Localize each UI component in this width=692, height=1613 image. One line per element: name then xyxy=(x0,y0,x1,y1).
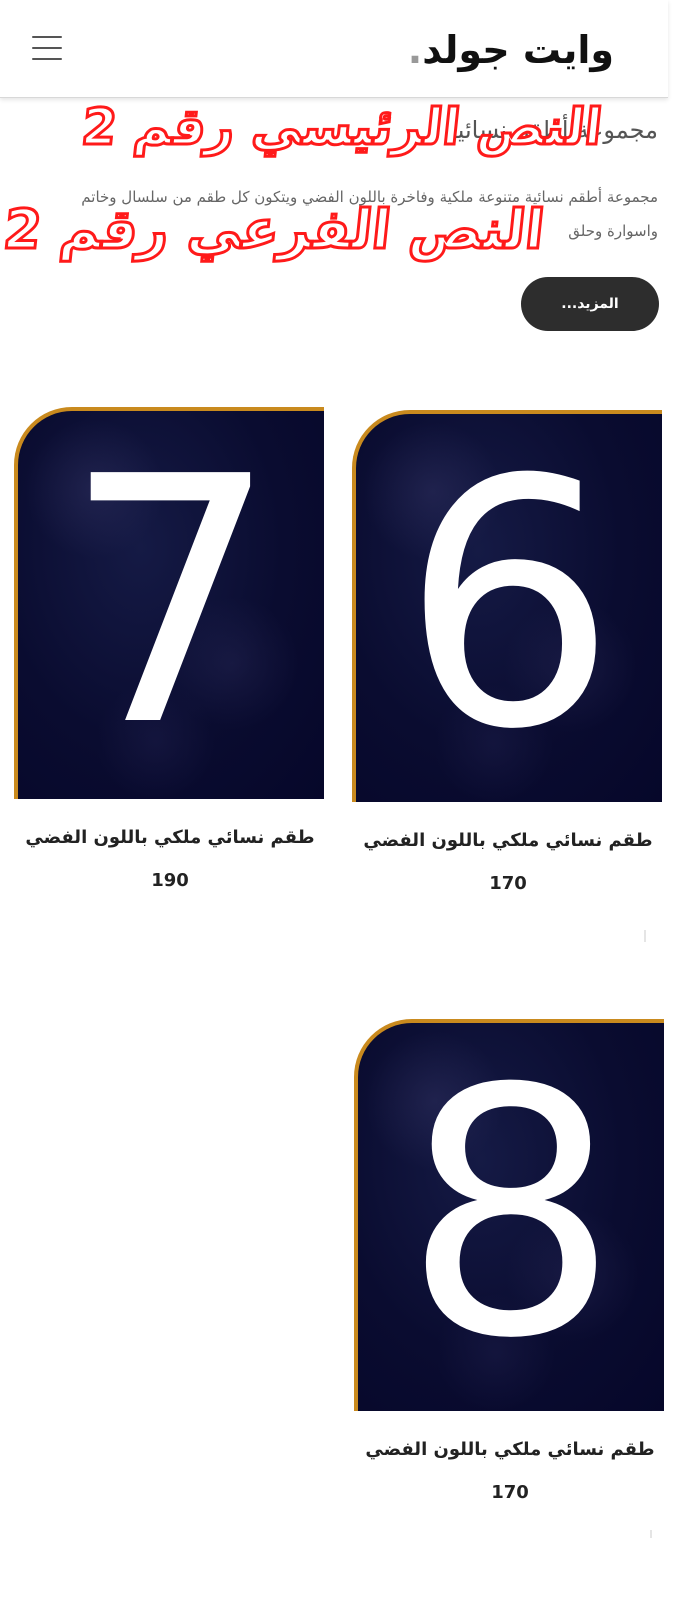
product-price: 170 xyxy=(491,1482,529,1503)
product-number: 6 xyxy=(400,410,618,802)
product-number: 8 xyxy=(402,1019,620,1411)
more-button[interactable]: المزيد... xyxy=(521,277,659,331)
overlay-sub-text: النص الفرعي رقم 2 xyxy=(0,197,549,263)
product-card[interactable]: 6 طقم نسائي ملكي باللون الفضي 170 xyxy=(352,410,664,940)
site-logo[interactable]: وايت جولد. xyxy=(408,22,614,78)
brand-dot: . xyxy=(407,28,423,72)
product-title[interactable]: طقم نسائي ملكي باللون الفضي xyxy=(354,1439,666,1460)
brand-name: وايت جولد xyxy=(422,28,614,72)
product-image[interactable]: 6 xyxy=(352,410,662,802)
product-card[interactable]: 8 طقم نسائي ملكي باللون الفضي 170 xyxy=(354,1019,666,1549)
product-price: 190 xyxy=(151,870,189,891)
divider xyxy=(644,930,646,942)
product-card[interactable]: 7 طقم نسائي ملكي باللون الفضي 190 xyxy=(14,407,326,937)
hamburger-menu-icon[interactable] xyxy=(32,36,64,62)
overlay-main-text: النص الرئيسي رقم 2 xyxy=(77,97,606,158)
divider xyxy=(650,1530,652,1538)
product-image[interactable]: 7 xyxy=(14,407,324,799)
product-number: 7 xyxy=(62,407,280,799)
product-price: 170 xyxy=(489,873,527,894)
product-title[interactable]: طقم نسائي ملكي باللون الفضي xyxy=(14,827,326,848)
site-header: وايت جولد. xyxy=(0,0,668,98)
product-image[interactable]: 8 xyxy=(354,1019,664,1411)
product-title[interactable]: طقم نسائي ملكي باللون الفضي xyxy=(352,830,664,851)
